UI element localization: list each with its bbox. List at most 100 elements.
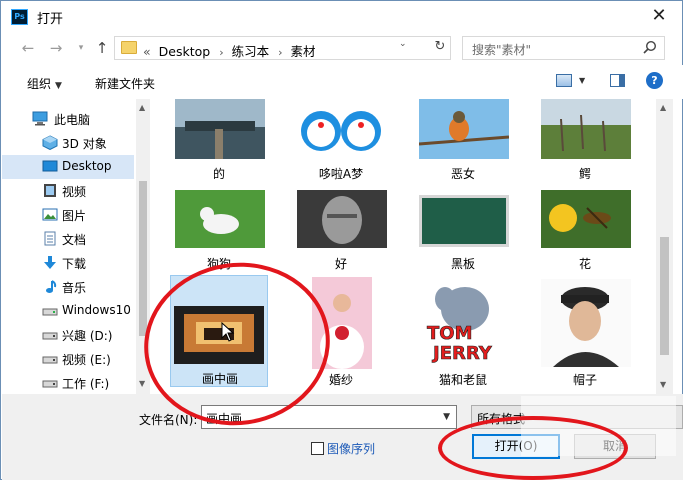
recent-locations-chevron-icon[interactable]: ▾	[72, 39, 90, 57]
sidebar-item-label: 3D 对象	[62, 137, 107, 151]
organize-label: 组织	[27, 77, 52, 91]
file-name: 婚纱	[328, 373, 353, 387]
chevron-down-icon[interactable]: ▼	[443, 412, 450, 422]
image-sequence-checkbox[interactable]	[311, 442, 324, 455]
breadcrumb-practice[interactable]: 练习本	[232, 44, 270, 59]
svg-text:TOM: TOM	[427, 323, 473, 344]
sidebar-scroll-thumb[interactable]	[139, 181, 147, 336]
svg-text:JERRY: JERRY	[431, 343, 493, 364]
sidebar-item-downloads[interactable]: 下载	[2, 251, 134, 275]
sidebar-item-label: 音乐	[62, 281, 87, 295]
file-name: 帽子	[572, 373, 597, 387]
file-tile[interactable]: 婚纱	[292, 275, 390, 387]
search-box[interactable]: 搜索"素材"	[462, 36, 665, 60]
view-options-chevron-icon[interactable]: ▼	[579, 76, 585, 85]
search-icon[interactable]	[643, 40, 657, 54]
sidebar-item-this-pc[interactable]: 此电脑	[2, 107, 134, 131]
sidebar-scrollbar[interactable]: ▲ ▼	[136, 99, 150, 394]
video-icon	[44, 184, 56, 197]
file-grid-scroll-thumb[interactable]	[660, 237, 669, 355]
scroll-up-icon[interactable]: ▲	[660, 103, 666, 112]
drive-icon	[42, 380, 58, 388]
dialog-title: 打开	[37, 12, 64, 27]
change-view-icon[interactable]	[556, 74, 572, 87]
search-input[interactable]: 搜索"素材"	[472, 41, 531, 58]
scroll-down-icon[interactable]: ▼	[139, 379, 145, 388]
refresh-icon[interactable]: ↻	[430, 37, 450, 57]
sidebar-item-desktop[interactable]: Desktop	[2, 155, 134, 179]
back-arrow-icon[interactable]: ←	[19, 39, 37, 57]
sidebar-item-videos[interactable]: 视频	[2, 179, 134, 203]
file-thumbnail	[174, 306, 264, 364]
watermark-overlay	[521, 396, 676, 456]
image-sequence-label[interactable]: 图像序列	[327, 440, 375, 457]
command-bar: 组织 ▼ 新建文件夹 ▼ ?	[2, 65, 683, 99]
breadcrumb-materials[interactable]: 素材	[291, 44, 316, 59]
file-tile[interactable]: 帽子	[536, 275, 634, 387]
file-grid-scrollbar[interactable]: ▲ ▼	[656, 99, 673, 394]
sidebar-item-drive-e[interactable]: 视频 (E:)	[2, 347, 134, 371]
sidebar-item-3d-objects[interactable]: 3D 对象	[2, 131, 134, 155]
file-thumbnail	[312, 277, 372, 369]
sidebar-item-music[interactable]: 音乐	[2, 275, 134, 299]
filename-field[interactable]: 画中画 ▼	[201, 405, 457, 429]
file-thumbnail	[541, 99, 631, 159]
3d-objects-icon	[42, 135, 58, 150]
sidebar-item-documents[interactable]: 文档	[2, 227, 134, 251]
file-name: 好	[334, 257, 347, 271]
file-thumbnail	[297, 103, 387, 159]
close-icon[interactable]: ✕	[646, 4, 672, 28]
sidebar-item-label: 视频 (E:)	[62, 353, 111, 367]
address-dropdown-icon[interactable]: ⌄	[399, 39, 407, 49]
title-bar: Ps 打开 ✕	[1, 1, 682, 33]
breadcrumb-desktop[interactable]: Desktop	[159, 44, 211, 59]
file-tile[interactable]: TOM JERRY 猫和老鼠	[414, 275, 512, 387]
breadcrumb-overflow[interactable]: «	[143, 44, 151, 59]
download-icon	[44, 256, 56, 269]
music-icon	[46, 280, 57, 293]
sidebar-item-drive-f[interactable]: 工作 (F:)	[2, 371, 134, 394]
sidebar-item-label: 视频	[62, 185, 87, 199]
file-name: 猫和老鼠	[438, 373, 487, 387]
mouse-cursor-icon	[221, 321, 235, 347]
open-file-dialog: Ps 打开 ✕ ← → ▾ ↑ « Desktop › 练习本 › 素材 ⌄ ↻ 搜…	[0, 0, 683, 480]
drive-icon	[42, 308, 58, 316]
file-thumbnail	[419, 99, 509, 159]
photoshop-app-icon: Ps	[11, 9, 28, 25]
up-arrow-icon[interactable]: ↑	[93, 39, 111, 57]
organize-button[interactable]: 组织 ▼	[27, 75, 62, 92]
file-thumbnail	[419, 195, 509, 247]
file-tile-selected[interactable]: 画中画	[170, 275, 268, 387]
help-icon[interactable]: ?	[646, 72, 663, 89]
navigation-pane: 此电脑 3D 对象 Desktop 视频 图片 文档 下载 音乐 Windows…	[2, 99, 150, 394]
documents-icon	[44, 231, 56, 246]
file-thumbnail	[541, 279, 631, 367]
sidebar-item-drive-d[interactable]: 兴趣 (D:)	[2, 323, 134, 347]
sidebar-item-label: 工作 (F:)	[62, 377, 110, 391]
sidebar-item-label: Desktop	[62, 159, 112, 173]
desktop-icon	[42, 160, 58, 172]
sidebar-item-pictures[interactable]: 图片	[2, 203, 134, 227]
file-thumbnail	[175, 99, 265, 159]
drive-icon	[42, 356, 58, 364]
file-name: 画中画	[201, 372, 238, 386]
computer-icon	[32, 111, 48, 126]
preview-pane-icon[interactable]	[610, 74, 625, 87]
scroll-up-icon[interactable]: ▲	[139, 103, 145, 112]
file-name: 花	[578, 257, 591, 271]
file-thumbnail	[541, 190, 631, 248]
drive-icon	[42, 332, 58, 340]
file-thumbnail: TOM JERRY	[419, 279, 509, 367]
sidebar-item-label: 兴趣 (D:)	[62, 329, 113, 343]
sidebar-item-label: 此电脑	[54, 113, 91, 127]
forward-arrow-icon[interactable]: →	[47, 39, 65, 57]
breadcrumb-separator-icon: ›	[278, 46, 283, 59]
file-name: 狗狗	[206, 257, 231, 271]
sidebar-item-label: 图片	[62, 209, 87, 223]
scroll-down-icon[interactable]: ▼	[660, 380, 666, 389]
new-folder-button[interactable]: 新建文件夹	[95, 75, 155, 92]
filename-label: 文件名(N):	[139, 413, 198, 427]
filename-value[interactable]: 画中画	[206, 410, 242, 427]
file-grid: 的 哆啦A梦 恶女 鳄 狗狗 好 黑板 花 画中画 婚纱 TOM JERRY 猫…	[150, 99, 656, 394]
sidebar-item-windows10[interactable]: Windows10	[2, 299, 134, 323]
